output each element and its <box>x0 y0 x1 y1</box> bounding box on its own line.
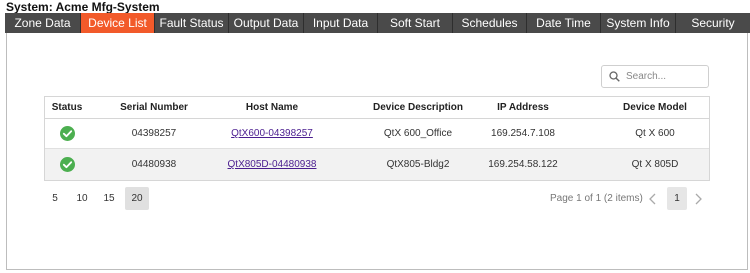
header-host-name[interactable]: Host Name <box>215 102 329 113</box>
table-header-row: Status Serial Number Host Name Device De… <box>45 97 709 119</box>
page-size-5[interactable]: 5 <box>44 187 66 210</box>
tab-fault-status[interactable]: Fault Status <box>155 13 229 33</box>
host-name-cell: QtX805D-04480938 <box>215 159 329 170</box>
tab-bar: Zone Data Device List Fault Status Outpu… <box>5 13 750 33</box>
ip-address-cell: 169.254.58.122 <box>488 159 558 170</box>
serial-number-cell: 04398257 <box>131 128 177 139</box>
host-name-cell: QtX600-04398257 <box>215 128 329 139</box>
page-size-selector: 5 10 15 20 <box>44 187 154 210</box>
ip-address-cell: 169.254.7.108 <box>491 128 555 139</box>
header-device-model[interactable]: Device Model <box>603 102 707 113</box>
check-circle-icon <box>59 157 75 172</box>
device-table: Status Serial Number Host Name Device De… <box>44 96 710 181</box>
host-name-link[interactable]: QtX600-04398257 <box>231 128 313 139</box>
chevron-left-icon <box>649 193 656 205</box>
device-model-cell: Qt X 600 <box>635 128 675 139</box>
tab-system-info[interactable]: System Info <box>601 13 676 33</box>
page-size-20[interactable]: 20 <box>125 187 149 210</box>
status-cell <box>45 126 89 141</box>
header-serial-number[interactable]: Serial Number <box>98 102 210 113</box>
tab-zone-data[interactable]: Zone Data <box>5 13 81 33</box>
tab-date-time[interactable]: Date Time <box>527 13 601 33</box>
status-cell <box>45 157 89 172</box>
tab-schedules[interactable]: Schedules <box>453 13 527 33</box>
search-box[interactable] <box>601 65 709 88</box>
table-row[interactable]: 04480938 QtX805D-04480938 QtX805-Bldg2 1… <box>45 149 709 180</box>
tab-output-data[interactable]: Output Data <box>229 13 304 33</box>
search-input[interactable] <box>626 71 706 82</box>
page-info: Page 1 of 1 (2 items) <box>550 193 643 204</box>
tab-soft-start[interactable]: Soft Start <box>378 13 453 33</box>
tab-device-list[interactable]: Device List <box>81 13 155 33</box>
prev-page-button[interactable] <box>646 190 660 208</box>
device-model-cell: Qt X 805D <box>631 159 679 170</box>
tab-input-data[interactable]: Input Data <box>304 13 378 33</box>
header-ip-address[interactable]: IP Address <box>465 102 581 113</box>
header-status[interactable]: Status <box>45 102 89 113</box>
check-circle-icon <box>59 126 75 141</box>
tab-security[interactable]: Security <box>676 13 750 33</box>
next-page-button[interactable] <box>691 190 705 208</box>
page-size-15[interactable]: 15 <box>98 187 120 210</box>
page-size-10[interactable]: 10 <box>71 187 93 210</box>
search-icon <box>609 71 620 82</box>
page-number-button[interactable]: 1 <box>667 187 687 210</box>
host-name-link[interactable]: QtX805D-04480938 <box>228 159 317 170</box>
serial-number-cell: 04480938 <box>131 159 177 170</box>
chevron-right-icon <box>695 193 702 205</box>
table-row[interactable]: 04398257 QtX600-04398257 QtX 600_Office … <box>45 119 709 149</box>
